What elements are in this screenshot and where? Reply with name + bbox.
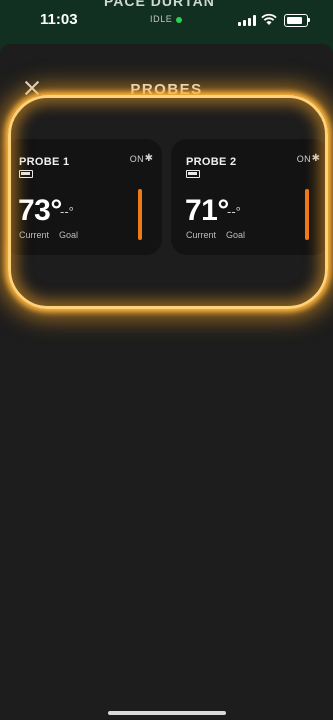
probe-goal-temp: --° [60, 204, 74, 219]
bluetooth-icon: ✱ [311, 153, 320, 164]
probe-name: PROBE 2 [186, 156, 237, 168]
current-label: Current [19, 230, 50, 240]
device-name: PACE DURTAN [104, 0, 215, 9]
current-label: Current [186, 230, 217, 240]
probe-goal-temp: --° [227, 204, 241, 219]
probe-current-temp: 73° [18, 194, 62, 227]
probe-status: ON [296, 154, 311, 164]
temperature-bar [138, 189, 142, 240]
temperature-bar [305, 189, 309, 240]
home-indicator[interactable] [108, 711, 226, 715]
goal-label: Goal [59, 230, 79, 240]
probe-card-2[interactable]: PROBE 2 ON ✱ 71° --° Current Goal [171, 139, 329, 255]
bluetooth-icon: ✱ [144, 153, 153, 164]
probe-name: PROBE 1 [19, 156, 70, 168]
probe-status: ON [129, 154, 144, 164]
battery-icon [284, 14, 308, 27]
probe-battery-icon [186, 170, 200, 178]
system-icons [238, 13, 318, 27]
battery-tip [308, 18, 310, 22]
signal-icon [238, 15, 256, 26]
connected-dot-icon [176, 16, 183, 23]
clock: 11:03 [40, 11, 78, 28]
page-title: PROBES [130, 81, 203, 98]
grill-state-label: IDLE [150, 14, 173, 24]
goal-label: Goal [226, 230, 246, 240]
probe-card-1[interactable]: PROBE 1 ON ✱ 73° --° Current Goal [4, 139, 162, 255]
wifi-icon [261, 13, 277, 25]
probe-battery-icon [19, 170, 33, 178]
status-bar: PACE DURTAN 11:03 IDLE [0, 0, 333, 40]
probe-current-temp: 71° [185, 194, 229, 227]
grill-state: IDLE [150, 14, 183, 24]
